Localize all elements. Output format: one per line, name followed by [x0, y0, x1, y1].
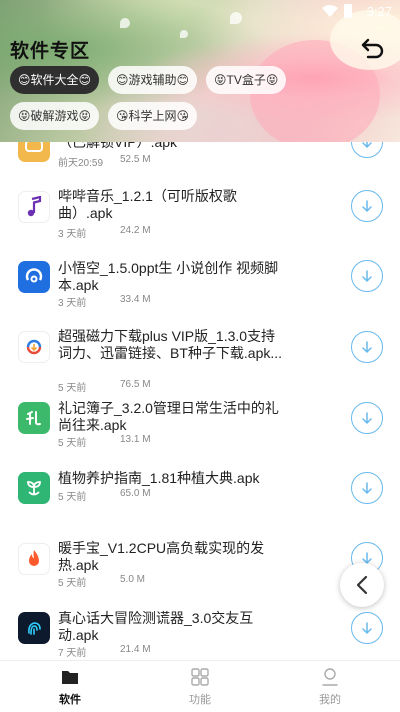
download-button[interactable] [351, 331, 383, 363]
header-banner: 3:27 软件专区 😊软件大全😊 😊游戏辅助😊 😝TV盒子😝 😝破解游戏😝 😘科… [0, 0, 400, 142]
list-item[interactable]: 小悟空_1.5.0ppt生 小说创作 视频脚本.apk 3 天前 33.4 M [0, 260, 400, 312]
app-name: 小悟空_1.5.0ppt生 小说创作 视频脚本.apk [58, 260, 279, 293]
download-icon [362, 200, 372, 212]
status-time: 3:27 [366, 4, 392, 19]
app-meta: 5 天前 65.0 M [58, 488, 151, 503]
list-item[interactable]: 超强磁力下载plus VIP版_1.3.0支持词力、迅雷链接、BT种子下载.ap… [0, 328, 400, 394]
app-name: 植物养护指南_1.81种植大典.apk [58, 470, 260, 486]
app-size: 13.1 M [120, 434, 151, 445]
download-button[interactable] [351, 612, 383, 644]
download-button[interactable] [351, 142, 383, 158]
wukong-icon [18, 261, 50, 293]
app-size: 21.4 M [120, 644, 151, 655]
download-button[interactable] [351, 472, 383, 504]
floating-back-button[interactable] [340, 563, 384, 607]
nav-label: 我的 [319, 694, 341, 706]
app-name: （已解锁VIP）.apk [58, 142, 178, 150]
flame-icon [18, 543, 50, 575]
back-icon[interactable] [360, 36, 386, 60]
plant-icon [18, 472, 50, 504]
list-item[interactable]: 真心话大冒险测谎器_3.0交友互动.apk 7 天前 21.4 M [0, 610, 400, 660]
list-item[interactable]: 哔哔音乐_1.2.1（可听版权歌曲）.apk 3 天前 24.2 M [0, 188, 400, 240]
bottom-nav: 软件 功能 我的 [0, 660, 400, 712]
app-time: 5 天前 [58, 383, 87, 394]
list-item[interactable]: （已解锁VIP）.apk 前天20:59 52.5 M [0, 142, 400, 172]
app-size: 65.0 M [120, 488, 151, 499]
app-meta: 5 天前 76.5 M [58, 379, 151, 394]
chevron-left-icon [356, 575, 368, 595]
tag-software-all[interactable]: 😊软件大全😊 [10, 66, 100, 94]
app-name: 暖手宝_V1.2CPU高负载实现的发热.apk [58, 540, 265, 573]
wifi-icon [322, 5, 338, 17]
tag-vpn[interactable]: 😘科学上网😘 [108, 102, 198, 130]
nav-label: 功能 [189, 694, 211, 706]
list-item[interactable]: 植物养护指南_1.81种植大典.apk 5 天前 65.0 M [0, 470, 400, 522]
unknown-app-icon [18, 142, 50, 162]
banner-petal [180, 30, 188, 38]
app-meta: 3 天前 24.2 M [58, 225, 151, 240]
download-button[interactable] [351, 402, 383, 434]
download-icon [362, 622, 372, 634]
nav-label: 软件 [59, 694, 81, 706]
app-meta: 5 天前 13.1 M [58, 434, 151, 449]
fingerprint-icon [18, 612, 50, 644]
app-name: 哔哔音乐_1.2.1（可听版权歌曲）.apk [58, 188, 237, 221]
app-meta: 5 天前 5.0 M [58, 574, 145, 589]
app-meta: 7 天前 21.4 M [58, 644, 151, 659]
app-size: 76.5 M [120, 379, 151, 390]
app-time: 7 天前 [58, 648, 87, 659]
page-title: 软件专区 [10, 41, 91, 62]
app-size: 5.0 M [120, 574, 146, 585]
app-time: 前天20:59 [58, 158, 104, 169]
download-icon [362, 482, 372, 494]
app-name: 真心话大冒险测谎器_3.0交友互动.apk [58, 610, 254, 643]
nav-mine[interactable]: 我的 [290, 667, 370, 707]
download-icon [362, 412, 372, 424]
tag-game-assist[interactable]: 😊游戏辅助😊 [108, 66, 198, 94]
battery-icon [344, 4, 352, 18]
status-bar: 3:27 [0, 0, 400, 24]
download-icon [362, 341, 372, 353]
app-size: 24.2 M [120, 225, 151, 236]
app-size: 33.4 M [120, 294, 151, 305]
app-time: 3 天前 [58, 229, 87, 240]
list-item[interactable]: 礼记簿子_3.2.0管理日常生活中的礼尚往来.apk 5 天前 13.1 M [0, 400, 400, 452]
tag-tv-box[interactable]: 😝TV盒子😝 [206, 66, 287, 94]
grid-icon [191, 668, 209, 686]
app-meta: 3 天前 33.4 M [58, 294, 151, 309]
magnet-download-icon [18, 331, 50, 363]
app-size: 52.5 M [120, 154, 151, 165]
user-icon [322, 668, 338, 686]
app-time: 3 天前 [58, 298, 87, 309]
download-button[interactable] [351, 190, 383, 222]
app-time: 5 天前 [58, 438, 87, 449]
app-meta: 前天20:59 52.5 M [58, 154, 151, 169]
tag-cracked-games[interactable]: 😝破解游戏😝 [10, 102, 100, 130]
nav-software[interactable]: 软件 [30, 667, 110, 707]
download-icon [362, 142, 372, 148]
music-note-icon [18, 191, 50, 223]
app-time: 5 天前 [58, 578, 87, 589]
nav-functions[interactable]: 功能 [160, 667, 240, 707]
gift-book-icon [18, 402, 50, 434]
download-button[interactable] [351, 260, 383, 292]
app-time: 5 天前 [58, 492, 87, 503]
app-name: 礼记簿子_3.2.0管理日常生活中的礼尚往来.apk [58, 400, 279, 433]
folder-icon [62, 671, 78, 684]
app-name: 超强磁力下载plus VIP版_1.3.0支持词力、迅雷链接、BT种子下载.ap… [58, 328, 283, 361]
download-icon [362, 270, 372, 282]
